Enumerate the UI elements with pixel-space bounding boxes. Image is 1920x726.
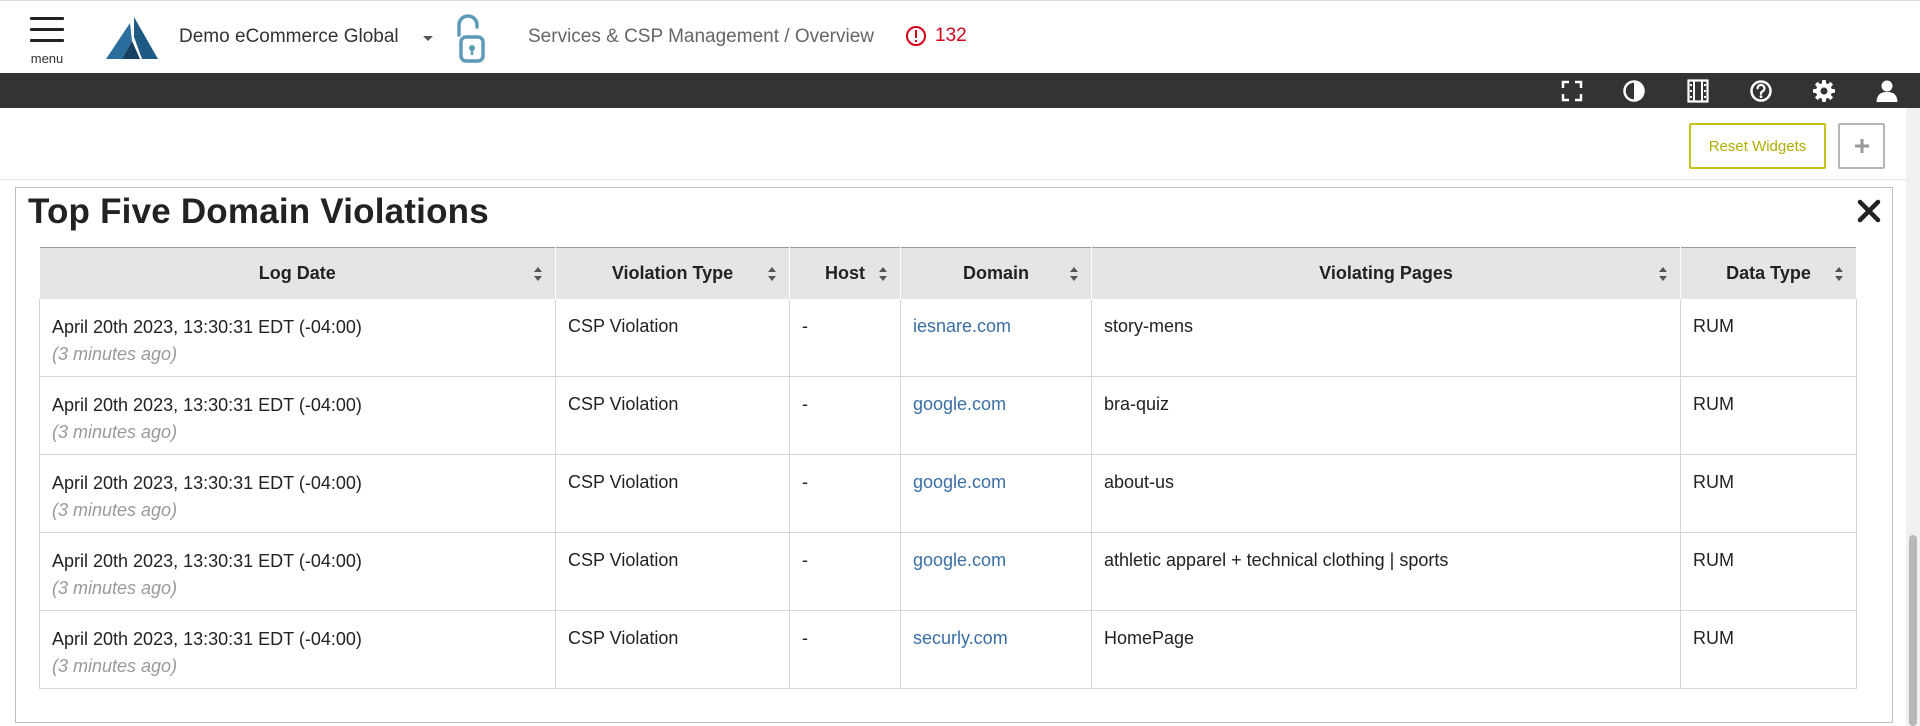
table-row[interactable]: April 20th 2023, 13:30:31 EDT (-04:00) (3…	[39, 610, 1857, 689]
column-header[interactable]: Violating Pages	[1091, 247, 1681, 299]
log-date-cell: April 20th 2023, 13:30:31 EDT (-04:00) (3…	[39, 376, 556, 455]
alert-circle-icon	[906, 26, 926, 46]
column-header[interactable]: Domain	[900, 247, 1092, 299]
column-header-label: Domain	[962, 262, 1029, 283]
unlock-icon[interactable]	[451, 13, 489, 65]
column-header-label: Violation Type	[611, 262, 734, 283]
violation-type-cell: CSP Violation	[555, 454, 790, 533]
log-date-relative: (3 minutes ago)	[52, 422, 178, 442]
log-date: April 20th 2023, 13:30:31 EDT (-04:00)	[52, 551, 362, 571]
host-cell: -	[789, 298, 901, 377]
violation-type-cell: CSP Violation	[555, 532, 790, 611]
sort-icon[interactable]	[878, 266, 888, 282]
host-cell: -	[789, 610, 901, 689]
violating-page-cell: HomePage	[1091, 610, 1681, 689]
page-scrollbar[interactable]	[1906, 108, 1920, 726]
column-header[interactable]: Violation Type	[555, 247, 790, 299]
plus-icon	[1854, 139, 1869, 153]
column-header[interactable]: Host	[789, 247, 901, 299]
log-date: April 20th 2023, 13:30:31 EDT (-04:00)	[52, 473, 362, 493]
contrast-icon[interactable]	[1620, 77, 1648, 105]
domain-link[interactable]: google.com	[913, 550, 1006, 570]
host-cell: -	[789, 532, 901, 611]
sort-icon[interactable]	[1658, 266, 1668, 282]
widget-title: Top Five Domain Violations	[28, 192, 489, 231]
table-row[interactable]: April 20th 2023, 13:30:31 EDT (-04:00) (3…	[39, 454, 1857, 533]
film-icon[interactable]	[1684, 77, 1712, 105]
help-icon[interactable]	[1747, 77, 1775, 105]
column-header-label: Log Date	[258, 262, 336, 283]
close-icon[interactable]	[1856, 198, 1882, 224]
fullscreen-icon[interactable]	[1558, 77, 1586, 105]
column-header-label: Data Type	[1726, 262, 1811, 283]
data-type-cell: RUM	[1680, 532, 1857, 611]
hamburger-icon	[28, 15, 66, 42]
table-body: April 20th 2023, 13:30:31 EDT (-04:00) (3…	[39, 298, 1857, 689]
domain-violations-widget: Top Five Domain Violations Log Date Viola…	[15, 187, 1893, 723]
violation-type-cell: CSP Violation	[555, 376, 790, 455]
toolbar	[0, 73, 1920, 108]
user-icon[interactable]	[1873, 77, 1901, 105]
sort-icon[interactable]	[533, 266, 543, 282]
log-date-cell: April 20th 2023, 13:30:31 EDT (-04:00) (3…	[39, 454, 556, 533]
domain-cell: securly.com	[900, 610, 1092, 689]
domain-cell: iesnare.com	[900, 298, 1092, 377]
data-type-cell: RUM	[1680, 298, 1857, 377]
column-header-label: Violating Pages	[1319, 262, 1453, 283]
domain-link[interactable]: iesnare.com	[913, 316, 1011, 336]
violating-page-cell: about-us	[1091, 454, 1681, 533]
sort-icon[interactable]	[1069, 266, 1079, 282]
violating-page-cell: bra-quiz	[1091, 376, 1681, 455]
add-widget-button[interactable]	[1838, 123, 1885, 169]
data-type-cell: RUM	[1680, 376, 1857, 455]
column-header[interactable]: Data Type	[1680, 247, 1857, 299]
host-cell: -	[789, 376, 901, 455]
top-header: menu Demo eCommerce Global Services & CS…	[0, 0, 1920, 73]
table-row[interactable]: April 20th 2023, 13:30:31 EDT (-04:00) (3…	[39, 532, 1857, 611]
violations-table: Log Date Violation Type Host Domain Violatin…	[39, 247, 1857, 689]
menu-button[interactable]: menu	[28, 15, 66, 67]
brand-logo-icon[interactable]	[104, 15, 160, 61]
alert-indicator[interactable]: 132	[905, 23, 967, 49]
org-name[interactable]: Demo eCommerce Global	[179, 26, 399, 48]
alert-count: 132	[935, 25, 967, 46]
breadcrumb: Services & CSP Management / Overview	[528, 26, 875, 47]
table-header-row: Log Date Violation Type Host Domain Violatin…	[39, 247, 1857, 299]
domain-cell: google.com	[900, 376, 1092, 455]
domain-cell: google.com	[900, 454, 1092, 533]
column-header[interactable]: Log Date	[39, 247, 556, 299]
log-date-cell: April 20th 2023, 13:30:31 EDT (-04:00) (3…	[39, 610, 556, 689]
log-date-relative: (3 minutes ago)	[52, 343, 178, 364]
log-date-relative: (3 minutes ago)	[52, 578, 178, 598]
sort-icon[interactable]	[767, 266, 777, 282]
violation-type-cell: CSP Violation	[555, 298, 790, 377]
scrollbar-thumb[interactable]	[1909, 535, 1917, 726]
menu-label: menu	[30, 51, 64, 66]
table-row[interactable]: April 20th 2023, 13:30:31 EDT (-04:00) (3…	[39, 376, 1857, 455]
caret-down-icon[interactable]	[419, 29, 437, 47]
log-date-relative: (3 minutes ago)	[52, 500, 178, 520]
log-date-relative: (3 minutes ago)	[52, 656, 178, 676]
sort-icon[interactable]	[1834, 266, 1844, 282]
log-date-cell: April 20th 2023, 13:30:31 EDT (-04:00) (3…	[39, 532, 556, 611]
reset-widgets-button[interactable]: Reset Widgets	[1689, 123, 1826, 169]
domain-cell: google.com	[900, 532, 1092, 611]
domain-link[interactable]: google.com	[913, 394, 1006, 414]
log-date-cell: April 20th 2023, 13:30:31 EDT (-04:00) (3…	[39, 298, 556, 377]
column-header-label: Host	[825, 262, 865, 283]
violation-type-cell: CSP Violation	[555, 610, 790, 689]
domain-link[interactable]: securly.com	[913, 628, 1008, 648]
log-date: April 20th 2023, 13:30:31 EDT (-04:00)	[52, 629, 362, 649]
violating-page-cell: story-mens	[1091, 298, 1681, 377]
action-bar: Reset Widgets	[0, 108, 1920, 180]
data-type-cell: RUM	[1680, 610, 1857, 689]
gear-icon[interactable]	[1810, 77, 1838, 105]
table-row[interactable]: April 20th 2023, 13:30:31 EDT (-04:00) (3…	[39, 298, 1857, 377]
log-date: April 20th 2023, 13:30:31 EDT (-04:00)	[52, 395, 362, 415]
violating-page-cell: athletic apparel + technical clothing | …	[1091, 532, 1681, 611]
host-cell: -	[789, 454, 901, 533]
data-type-cell: RUM	[1680, 454, 1857, 533]
domain-link[interactable]: google.com	[913, 472, 1006, 492]
log-date: April 20th 2023, 13:30:31 EDT (-04:00)	[52, 316, 362, 337]
